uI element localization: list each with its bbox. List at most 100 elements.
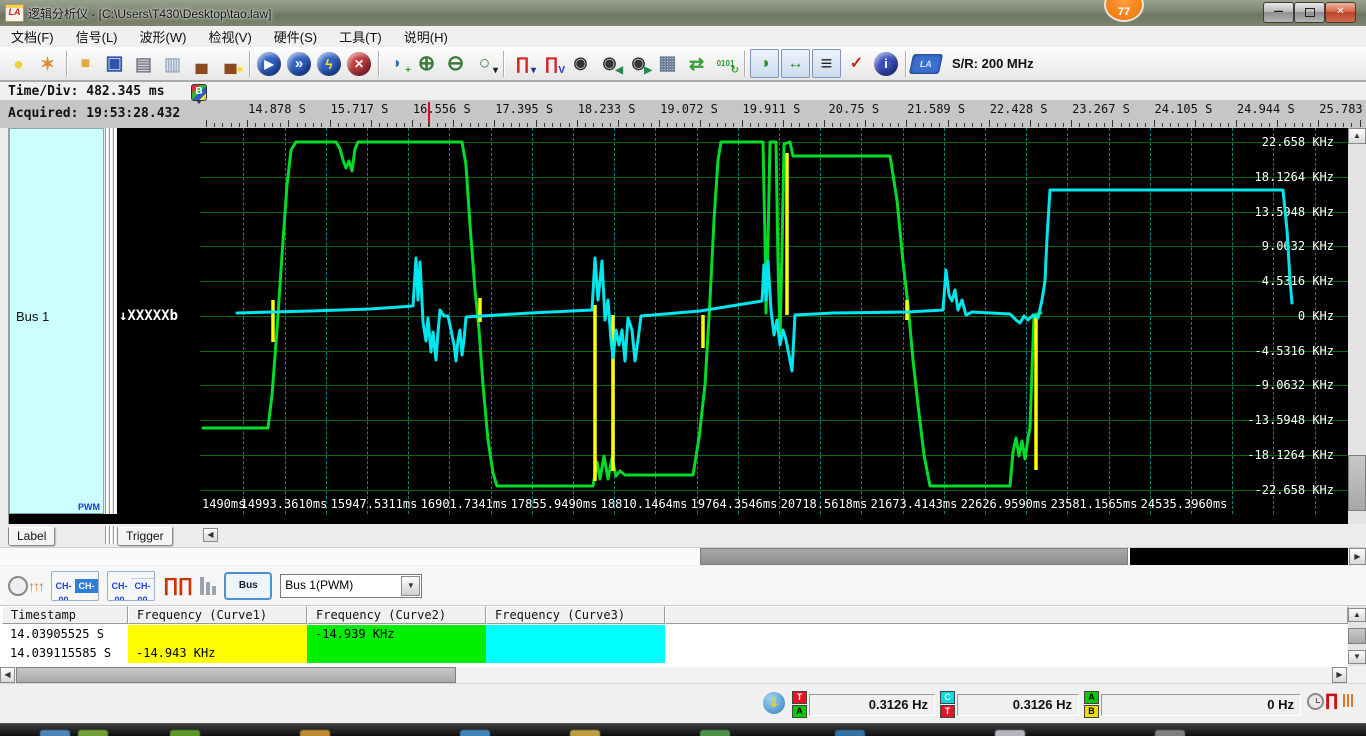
pulse-edges-icon[interactable]: ∏∏ — [163, 575, 193, 597]
taskbar-icon[interactable] — [995, 730, 1025, 736]
table-hscroll-right-button[interactable]: ▶ — [1332, 667, 1347, 683]
briefcase-icon[interactable]: ▄ — [188, 50, 215, 77]
menu-item[interactable]: 波形(W) — [129, 27, 198, 46]
report-icon[interactable]: ✓ — [843, 50, 870, 77]
la-device-icon[interactable]: LA — [908, 53, 944, 74]
ruler-tick — [889, 123, 891, 127]
trigger-level-icon[interactable]: ∏ V — [538, 50, 566, 77]
info-icon[interactable]: i — [874, 51, 898, 76]
ruler-time-label: 22.428 S — [989, 102, 1048, 116]
scroll-up-button[interactable]: ▲ — [1348, 128, 1366, 144]
minimize-button[interactable]: — — [1263, 2, 1294, 23]
open-file-icon[interactable]: ■ — [72, 50, 99, 77]
bus-selector-dropdown[interactable]: Bus 1(PWM) ▼ — [280, 573, 423, 598]
table-hscrollbar[interactable]: ◀ ▶ — [0, 667, 1366, 683]
table-scroll-up-button[interactable]: ▲ — [1348, 608, 1366, 622]
waveform-vscrollbar[interactable]: ▲ ▼ — [1348, 128, 1366, 546]
instant-capture-icon[interactable]: ϟ — [317, 51, 341, 76]
table-header[interactable]: Frequency (Curve3) — [486, 606, 665, 624]
table-header[interactable]: Frequency (Curve1) — [128, 606, 307, 624]
ruler-tick — [313, 123, 315, 127]
bus-decode-icon[interactable]: Bus — [224, 571, 273, 600]
bus-icon-label: Bus — [238, 580, 258, 591]
menu-item[interactable]: 工具(T) — [328, 27, 393, 46]
menu-item[interactable]: 说明(H) — [393, 27, 459, 46]
table-hscroll-left-button[interactable]: ◀ — [0, 667, 15, 683]
table-scroll-down-button[interactable]: ▼ — [1348, 650, 1366, 664]
tab-splitter[interactable] — [104, 526, 117, 544]
tab-trigger[interactable]: Trigger — [117, 527, 173, 546]
print-icon[interactable]: ▤ — [130, 50, 157, 77]
ruler-tick — [288, 120, 290, 127]
taskbar-icon[interactable] — [835, 730, 865, 736]
find-next-icon[interactable]: ◉ ▶ — [625, 50, 652, 77]
menu-item[interactable]: 信号(L) — [65, 27, 129, 46]
taskbar-icon[interactable] — [300, 730, 330, 736]
dropdown-arrow-icon[interactable]: ▼ — [401, 575, 421, 596]
marker-b-flag[interactable]: B — [191, 84, 207, 104]
menu-item[interactable]: 检视(V) — [197, 27, 262, 46]
table-header[interactable]: Frequency (Curve2) — [307, 606, 486, 624]
waveform-plot[interactable]: 22.658 KHz 18.1264 KHz 13.5948 KHz 9.0632 K… — [200, 128, 1348, 524]
channel-pair-b-button[interactable]: CH-00 CH-00 — [107, 570, 155, 601]
histogram-icon[interactable] — [200, 576, 217, 595]
vscroll-thumb[interactable] — [1348, 455, 1366, 511]
restore-button[interactable] — [1294, 2, 1325, 23]
pan-view-icon[interactable]: ↔ — [781, 49, 810, 78]
stop-icon[interactable]: ✕ — [347, 51, 371, 76]
table-row[interactable]: 14.039115585 S -14.943 KHz — [0, 644, 1348, 663]
ruler-tick — [296, 123, 298, 127]
table-row[interactable]: 14.03905525 S -14.939 KHz — [0, 625, 1348, 644]
taskbar-icon[interactable] — [700, 730, 730, 736]
find-prev-icon[interactable]: ◉ ◀ — [596, 50, 623, 77]
goto-trigger-icon[interactable]: ∏ ▾ — [509, 50, 537, 77]
taskbar-icon[interactable] — [170, 730, 200, 736]
globe-download-icon[interactable]: ⇓ — [763, 692, 785, 714]
zoom-select-icon[interactable]: ○ ▾ — [471, 50, 498, 77]
channel-pair-a-button[interactable]: CH-00 CH-01 — [51, 570, 99, 601]
waveform-hscrollbar[interactable]: ▶ — [0, 547, 1366, 565]
close-button[interactable]: ✕ — [1325, 2, 1356, 23]
zoom-out-icon[interactable]: ⊖ — [442, 50, 469, 77]
hint-icon[interactable]: ● — [5, 50, 32, 77]
copy-icon[interactable]: ▥ — [159, 50, 186, 77]
bars-status-icon[interactable] — [1343, 694, 1355, 707]
taskbar-icon[interactable] — [40, 730, 70, 736]
table-vscrollbar[interactable]: ▲ ▼ — [1348, 606, 1366, 666]
clock-icon[interactable] — [1307, 693, 1324, 710]
menu-item[interactable]: 文档(F) — [0, 27, 65, 46]
taskbar-icon[interactable] — [78, 730, 108, 736]
sync-users-icon[interactable]: ⇄ — [683, 50, 710, 77]
tab-label[interactable]: Label — [8, 527, 56, 546]
table-hscroll-thumb[interactable] — [16, 667, 456, 683]
ruler-tick — [848, 123, 850, 127]
taskbar-icon[interactable] — [460, 730, 490, 736]
add-marker-icon[interactable]: ◗ + — [384, 50, 411, 77]
repeat-capture-icon[interactable]: » — [287, 51, 311, 76]
table-header[interactable]: Timestamp — [2, 606, 128, 624]
hscroll-thumb[interactable] — [700, 548, 1128, 565]
export-table-icon[interactable]: ▦ — [654, 50, 681, 77]
data-clock-icon[interactable]: 0101 ↻ — [712, 50, 739, 77]
briefcase-star-icon[interactable]: ▄ ✶ — [217, 50, 244, 77]
find-icon[interactable]: ◉ — [567, 50, 594, 77]
time-ruler[interactable]: Acquired: 19:53:28.432 14.878 S 15.717 S 1… — [0, 100, 1366, 129]
table-vscroll-thumb[interactable] — [1348, 628, 1366, 644]
bus-label-panel[interactable]: Bus 1 PWM — [9, 128, 104, 514]
taskbar-icon[interactable] — [1155, 730, 1185, 736]
start-capture-icon[interactable]: ▶ — [257, 51, 281, 76]
hscroll-right-button[interactable]: ▶ — [1349, 548, 1366, 565]
menu-item[interactable]: 硬件(S) — [263, 27, 328, 46]
windows-taskbar[interactable] — [0, 723, 1366, 736]
timing-view-icon[interactable]: ◑ — [750, 49, 779, 78]
list-view-icon[interactable]: ≡ — [812, 49, 841, 78]
taskbar-icon[interactable] — [570, 730, 600, 736]
tab-scroll-left-button[interactable]: ◀ — [203, 528, 218, 542]
wizard-icon[interactable]: ✶ — [34, 50, 61, 77]
pulse-status-icon[interactable]: ∏ — [1325, 691, 1338, 711]
timing-quick-icon[interactable]: ↑↑↑ — [8, 575, 45, 596]
save-icon[interactable]: ▣ — [101, 50, 128, 77]
zoom-in-icon[interactable]: ⊕ — [413, 50, 440, 77]
table-header[interactable] — [665, 606, 1348, 624]
panel-splitter[interactable] — [104, 128, 117, 524]
